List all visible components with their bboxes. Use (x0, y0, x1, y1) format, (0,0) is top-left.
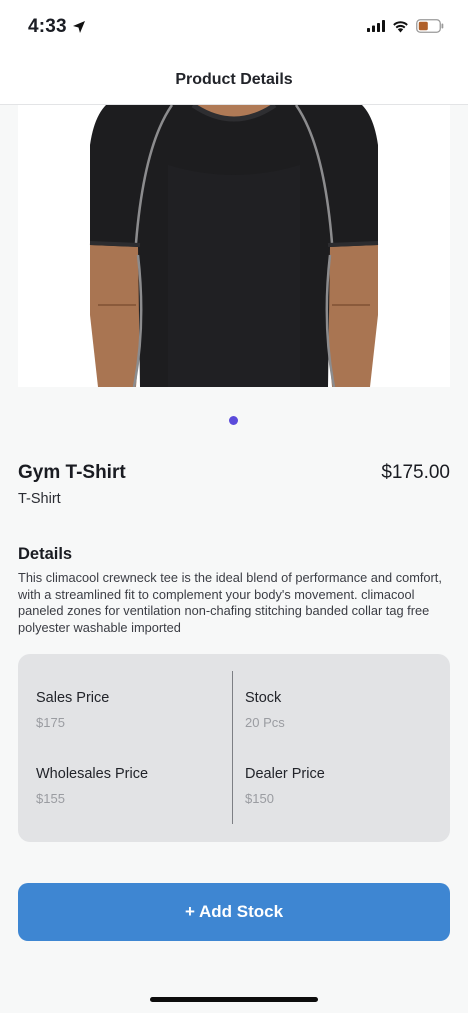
status-time: 4:33 (28, 16, 86, 38)
wholesale-price-value: $155 (36, 791, 65, 806)
product-image (18, 105, 450, 387)
battery-icon (416, 19, 444, 33)
card-divider (232, 671, 233, 824)
status-icons (367, 19, 444, 33)
dealer-price-value: $150 (245, 791, 274, 806)
product-name: Gym T-Shirt (18, 462, 126, 483)
add-stock-button[interactable]: + Add Stock (18, 883, 450, 941)
product-price: $175.00 (381, 462, 450, 483)
wifi-icon (393, 20, 408, 32)
dealer-price-label: Dealer Price (245, 766, 325, 782)
sales-price-value: $175 (36, 715, 65, 730)
wholesale-price-label: Wholesales Price (36, 766, 149, 782)
clock-text: 4:33 (28, 16, 67, 37)
wholesale-price-cell: Wholesales Price $155 (36, 766, 148, 806)
product-image-carousel[interactable] (18, 105, 450, 387)
location-arrow-icon (72, 21, 85, 33)
stock-cell: Stock 20 Pcs (245, 690, 285, 730)
home-indicator[interactable] (150, 997, 318, 1002)
status-bar: 4:33 (0, 0, 468, 56)
sales-price-label: Sales Price (36, 690, 110, 706)
page-title: Product Details (175, 71, 293, 88)
navigation-bar: Product Details (0, 56, 468, 105)
details-description: This climacool crewneck tee is the ideal… (18, 570, 442, 635)
signal-icon (367, 20, 385, 32)
details-heading: Details (18, 545, 73, 563)
stock-value: 20 Pcs (245, 715, 285, 730)
stock-label: Stock (245, 690, 282, 706)
product-category: T-Shirt (18, 491, 61, 507)
carousel-page-dot-active[interactable] (229, 416, 238, 425)
dealer-price-cell: Dealer Price $150 (245, 766, 325, 806)
pricing-card: Sales Price $175 Stock 20 Pcs Wholesales… (18, 654, 450, 842)
sales-price-cell: Sales Price $175 (36, 690, 109, 730)
